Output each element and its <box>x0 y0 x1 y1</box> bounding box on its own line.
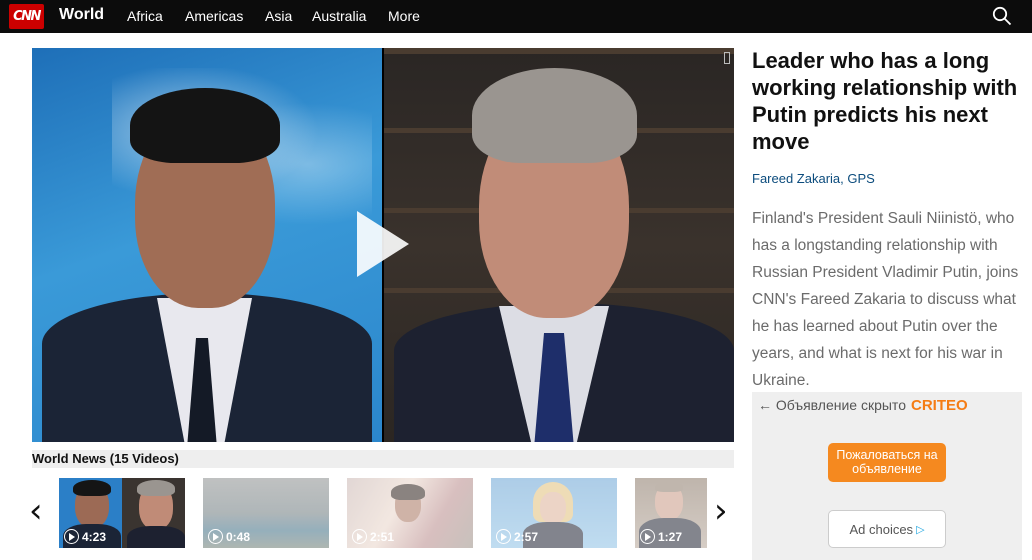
nav-link-more[interactable]: More <box>388 8 420 24</box>
article-byline[interactable]: Fareed Zakaria, GPS <box>752 171 875 186</box>
playlist-item[interactable]: 0:48 <box>203 478 329 548</box>
top-nav: CNN World Africa Americas Asia Australia… <box>0 0 1032 33</box>
video-duration: 2:51 <box>352 529 394 544</box>
report-ad-button[interactable]: Пожаловаться на объявление <box>828 443 946 482</box>
criteo-logo: CRITEO <box>910 397 968 414</box>
article-headline: Leader who has a long working relationsh… <box>752 48 1018 154</box>
ad-choices-icon: ▷ <box>916 523 925 536</box>
video-duration: 0:48 <box>208 529 250 544</box>
chevron-right-icon[interactable]: › <box>714 494 728 528</box>
ad-slot: ← Объявление скрыто CRITEO Пожаловаться … <box>752 392 1022 560</box>
video-duration: 4:23 <box>64 529 106 544</box>
nav-link-australia[interactable]: Australia <box>312 8 366 24</box>
video-player[interactable] <box>32 48 734 442</box>
video-duration: 1:27 <box>640 529 682 544</box>
nav-link-americas[interactable]: Americas <box>185 8 243 24</box>
nav-link-africa[interactable]: Africa <box>127 8 163 24</box>
cnn-logo[interactable]: CNN <box>9 4 44 29</box>
play-circle-icon <box>64 529 79 544</box>
video-frame-right <box>384 48 734 442</box>
ad-hidden-label: ← Объявление скрыто <box>758 397 906 413</box>
play-icon[interactable] <box>357 211 409 277</box>
ad-choices-button[interactable]: Ad choices ▷ <box>828 510 946 548</box>
video-duration: 2:57 <box>496 529 538 544</box>
article-description: Finland's President Sauli Niinistö, who … <box>752 210 1019 389</box>
play-circle-icon <box>352 529 367 544</box>
search-icon[interactable] <box>992 6 1012 26</box>
playlist-item[interactable]: 2:57 <box>491 478 617 548</box>
play-circle-icon <box>208 529 223 544</box>
playlist-item[interactable]: 1:27 <box>635 478 707 548</box>
playlist-title: World News (15 Videos) <box>32 451 179 466</box>
playlist-item[interactable]: 4:23 <box>59 478 185 548</box>
play-circle-icon <box>496 529 511 544</box>
video-options-icon[interactable] <box>724 52 730 64</box>
playlist-item[interactable]: 2:51 <box>347 478 473 548</box>
ad-choices-label: Ad choices <box>849 521 914 537</box>
chevron-left-icon[interactable]: ‹ <box>29 494 43 528</box>
play-circle-icon <box>640 529 655 544</box>
video-frame-left <box>32 48 382 442</box>
nav-link-asia[interactable]: Asia <box>265 8 292 24</box>
nav-section-title[interactable]: World <box>59 6 104 24</box>
ad-hidden-notice[interactable]: ← Объявление скрыто CRITEO <box>758 397 968 414</box>
